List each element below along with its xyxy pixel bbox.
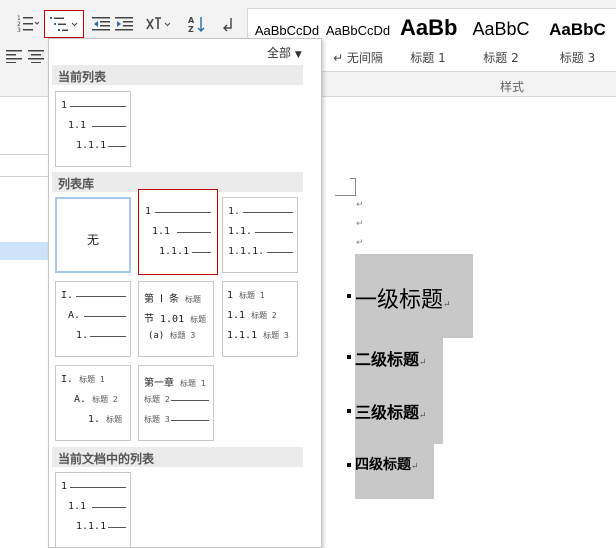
decrease-indent-button[interactable]: [90, 12, 112, 36]
multilevel-list-button[interactable]: [44, 10, 84, 38]
chinese-layout-button[interactable]: [144, 12, 174, 36]
decrease-indent-icon: [92, 17, 110, 31]
divider: [0, 154, 48, 155]
paragraph-mark: ↵: [356, 219, 364, 229]
section-current-list: 当前列表: [52, 65, 303, 85]
style-heading-2[interactable]: AaBbC 标题 2: [464, 9, 538, 71]
multilevel-list-icon: [50, 17, 78, 31]
numbering-icon: 1 2 3: [17, 15, 40, 33]
increase-indent-button[interactable]: [113, 12, 135, 36]
list-tile-article-section[interactable]: 第 Ⅰ 条 标题 节 1.01 标题 (a) 标题 3: [138, 281, 214, 357]
level-line: [255, 232, 293, 233]
style-heading-1[interactable]: AaBb 标题 1: [396, 9, 460, 71]
level-2-label: A. 标题 2: [74, 394, 118, 405]
level-line: [243, 212, 293, 213]
level-line: [70, 487, 126, 488]
level-line: [70, 106, 126, 107]
level-3-label: 1. 标题: [88, 414, 123, 425]
multilevel-list-dropdown: 全部 ▼ 当前列表 1 1.1 1.1.1 列表库 无 1 1.1 1.1.1 …: [48, 38, 322, 548]
list-tile-none[interactable]: 无: [55, 197, 131, 273]
level-line: [192, 252, 211, 253]
style-no-spacing[interactable]: AaBbCcDd ↵ 无间隔: [320, 9, 396, 71]
increase-indent-icon: [115, 17, 133, 31]
level-line: [76, 296, 126, 297]
heading-1-text[interactable]: 一级标题↵: [355, 254, 473, 338]
list-tile-heading-roman[interactable]: I. 标题 1 A. 标题 2 1. 标题: [55, 365, 131, 441]
svg-text:3: 3: [17, 27, 21, 33]
level-1-label: 1 标题 1: [227, 290, 265, 301]
heading-2-text[interactable]: 二级标题↵: [355, 338, 443, 390]
level-2-label: 节 1.01 标题: [144, 314, 207, 325]
level-line: [171, 420, 209, 421]
level-2-label: 1.1 标题 2: [227, 310, 277, 321]
level-1-label: 第一章 标题 1: [144, 378, 206, 389]
paragraph-mark: ↵: [356, 200, 364, 210]
list-tile-document[interactable]: 1 1.1 1.1.1: [55, 472, 131, 548]
crop-mark: [350, 178, 356, 196]
filter-all-button[interactable]: 全部 ▼: [267, 44, 302, 61]
heading-bullet: [347, 355, 351, 359]
paragraph-mark: ↵: [356, 238, 364, 248]
level-line: [108, 146, 126, 147]
show-marks-button[interactable]: [218, 12, 240, 36]
list-tile-heading-numeric[interactable]: 1 标题 1 1.1 标题 2 1.1.1 标题 3: [222, 281, 298, 357]
chinese-layout-icon: [146, 17, 171, 30]
level-line: [155, 212, 211, 213]
list-tile-roman[interactable]: I. A. 1.: [55, 281, 131, 357]
styles-group-label: 样式: [500, 80, 525, 94]
level-line: [92, 126, 126, 127]
svg-text:Z: Z: [188, 25, 194, 33]
level-line: [84, 316, 126, 317]
navigation-pane: [0, 98, 48, 548]
level-line: [177, 232, 211, 233]
level-3-label: (a) 标题 3: [148, 331, 196, 341]
section-lists-in-document: 当前文档中的列表: [52, 447, 303, 467]
heading-3-text[interactable]: 三级标题↵: [355, 390, 443, 444]
numbering-button[interactable]: 1 2 3: [14, 10, 42, 36]
level-1-label: 第 Ⅰ 条 标题: [144, 294, 202, 305]
word-window: 1 2 3 A Z AaBbCcDd AaBbCcDd ↵ 无间隔 AaBb 标…: [0, 0, 616, 548]
heading-bullet: [347, 294, 351, 298]
align-left-button[interactable]: [4, 46, 24, 66]
heading-4-text[interactable]: 四级标题↵: [355, 444, 434, 499]
divider: [0, 176, 48, 177]
level-line: [108, 527, 126, 528]
level-line: [92, 507, 126, 508]
heading-bullet: [347, 409, 351, 413]
sort-button[interactable]: A Z: [186, 12, 208, 36]
crop-mark: [335, 195, 355, 196]
align-center-button[interactable]: [26, 46, 46, 66]
align-center-icon: [28, 50, 44, 63]
heading-bullet: [347, 463, 351, 467]
level-line: [267, 252, 293, 253]
list-tile-numeric-dot[interactable]: 1. 1.1. 1.1.1.: [222, 197, 298, 273]
svg-text:A: A: [188, 16, 195, 25]
nav-selected-item[interactable]: [0, 242, 48, 260]
style-heading-3[interactable]: AaBbC 标题 3: [538, 9, 616, 71]
list-tile-numeric[interactable]: 1 1.1 1.1.1: [138, 189, 218, 275]
level-3-label: 1.1.1 标题 3: [227, 330, 289, 341]
level-1-label: I. 标题 1: [61, 374, 105, 385]
paragraph-mark-icon: [223, 18, 232, 32]
caret-down-icon: ▼: [294, 50, 302, 60]
level-line: [90, 336, 126, 337]
level-line: [171, 400, 209, 401]
sort-icon: A Z: [188, 16, 205, 33]
align-left-icon: [6, 50, 22, 63]
list-tile-chapter[interactable]: 第一章 标题 1 标题 2 标题 3: [138, 365, 214, 441]
list-tile-current[interactable]: 1 1.1 1.1.1: [55, 91, 131, 167]
